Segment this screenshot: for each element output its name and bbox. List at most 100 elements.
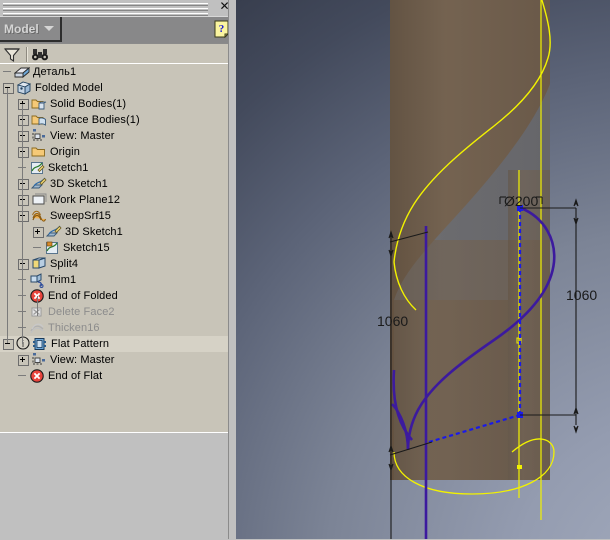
thicken-icon bbox=[29, 320, 45, 336]
graphics-viewport[interactable]: Ø200 1060 1060 bbox=[236, 0, 610, 539]
sketch-3d-icon bbox=[46, 224, 62, 240]
tree-item-1[interactable]: Деталь1 bbox=[0, 64, 236, 80]
collapse-toggle-icon[interactable] bbox=[3, 82, 14, 94]
tree-item-label: Folded Model bbox=[35, 82, 103, 94]
svg-text:?: ? bbox=[219, 23, 225, 35]
tree-branch-line bbox=[18, 368, 29, 384]
expand-toggle-icon[interactable] bbox=[18, 354, 29, 366]
work-plane-icon bbox=[31, 192, 47, 208]
sketch-consumed-icon bbox=[44, 240, 60, 256]
part-document-icon bbox=[14, 64, 30, 80]
diameter-dimension-text: Ø200 bbox=[504, 193, 538, 209]
model-geometry: Ø200 1060 1060 bbox=[377, 0, 597, 539]
tree-item-label: Origin bbox=[50, 146, 80, 158]
tree-item-work-plane12[interactable]: Work Plane12 bbox=[0, 192, 236, 208]
info-icon: i bbox=[16, 336, 31, 352]
tree-connector-line bbox=[7, 88, 8, 343]
solid-bodies-icon bbox=[31, 96, 47, 112]
model-dropdown-label: Model bbox=[4, 21, 39, 36]
expand-toggle-icon[interactable] bbox=[18, 130, 29, 142]
view-master-icon bbox=[31, 128, 47, 144]
tree-branch-line bbox=[18, 320, 29, 336]
tree-item-label: Solid Bodies(1) bbox=[50, 98, 127, 110]
tree-branch-line bbox=[18, 160, 29, 176]
tree-item-label: Деталь1 bbox=[33, 66, 77, 78]
expand-toggle-icon[interactable] bbox=[18, 114, 29, 126]
expand-toggle-icon[interactable] bbox=[18, 194, 29, 206]
tree-item-label: 3D Sketch1 bbox=[50, 178, 108, 190]
sketch-3d-icon bbox=[31, 176, 47, 192]
browser-empty-area bbox=[0, 432, 236, 540]
tree-item-sketch1[interactable]: Sketch1 bbox=[0, 160, 236, 176]
collapse-toggle-icon[interactable] bbox=[18, 210, 29, 222]
application-window: ✕ Model ? Деталь1 Folded Model Solid Bod… bbox=[0, 0, 610, 540]
base-point-marker bbox=[517, 465, 522, 469]
tree-item-surface-bodies-1[interactable]: Surface Bodies(1) bbox=[0, 112, 236, 128]
tree-item-label: 3D Sketch1 bbox=[65, 226, 123, 238]
tree-item-3d-sketch1[interactable]: 3D Sketch1 bbox=[0, 224, 236, 240]
tree-item-sketch15[interactable]: Sketch15 bbox=[0, 240, 236, 256]
tree-item-solid-bodies-1[interactable]: Solid Bodies(1) bbox=[0, 96, 236, 112]
expand-toggle-icon[interactable] bbox=[18, 258, 29, 270]
tree-branch-line bbox=[33, 240, 44, 256]
height-dimension-right-text: 1060 bbox=[566, 287, 597, 303]
panel-title-bar[interactable]: ✕ bbox=[0, 0, 236, 16]
tree-branch-line bbox=[3, 64, 14, 80]
tree-item-thicken16[interactable]: Thicken16 bbox=[0, 320, 236, 336]
model-dropdown-button[interactable]: Model bbox=[0, 17, 62, 42]
model-tree[interactable]: Деталь1 Folded Model Solid Bodies(1) Surfac… bbox=[0, 63, 236, 433]
tree-item-origin[interactable]: Origin bbox=[0, 144, 236, 160]
split-icon bbox=[31, 256, 47, 272]
expand-toggle-icon[interactable] bbox=[18, 178, 29, 190]
tree-item-label: Work Plane12 bbox=[50, 194, 121, 206]
tree-item-sweepsrf15[interactable]: SweepSrf15 bbox=[0, 208, 236, 224]
tree-item-label: End of Folded bbox=[48, 290, 118, 302]
binoculars-find-icon[interactable] bbox=[31, 46, 49, 64]
tree-item-label: SweepSrf15 bbox=[50, 210, 111, 222]
tree-item-label: View: Master bbox=[50, 354, 115, 366]
folded-model-icon bbox=[16, 80, 32, 96]
tree-item-label: Delete Face2 bbox=[48, 306, 115, 318]
tree-item-label: End of Flat bbox=[48, 370, 103, 382]
chevron-down-icon bbox=[43, 26, 54, 31]
tree-item-view-master[interactable]: View: Master bbox=[0, 352, 236, 368]
tree-item-flat-pattern[interactable]: i Flat Pattern bbox=[0, 336, 236, 352]
expand-toggle-icon[interactable] bbox=[18, 98, 29, 110]
folder-icon bbox=[31, 144, 47, 160]
tree-item-split4[interactable]: Split4 bbox=[0, 256, 236, 272]
tree-item-folded-model[interactable]: Folded Model bbox=[0, 80, 236, 96]
tree-item-3d-sketch1[interactable]: 3D Sketch1 bbox=[0, 176, 236, 192]
trim-icon bbox=[29, 272, 45, 288]
tree-item-view-master[interactable]: View: Master bbox=[0, 128, 236, 144]
expand-toggle-icon[interactable] bbox=[18, 146, 29, 158]
collapse-toggle-icon[interactable] bbox=[3, 338, 14, 350]
tree-item-end-of-flat[interactable]: End of Flat bbox=[0, 368, 236, 384]
tree-branch-line bbox=[18, 272, 29, 288]
toolbar-divider bbox=[26, 47, 28, 62]
height-dimension-left-text: 1060 bbox=[377, 313, 408, 329]
cylinder-surface bbox=[390, 0, 550, 480]
sketch-icon bbox=[29, 160, 45, 176]
panel-drag-grip[interactable] bbox=[3, 3, 208, 16]
view-master-icon bbox=[31, 352, 47, 368]
tree-item-delete-face2[interactable]: Delete Face2 bbox=[0, 304, 236, 320]
filter-funnel-icon[interactable] bbox=[3, 46, 21, 64]
tree-branch-line bbox=[18, 304, 29, 320]
tree-item-label: Flat Pattern bbox=[51, 338, 110, 350]
sweep-surface-icon bbox=[31, 208, 47, 224]
tree-item-end-of-folded[interactable]: End of Folded bbox=[0, 288, 236, 304]
tree-item-trim1[interactable]: Trim1 bbox=[0, 272, 236, 288]
model-browser-panel: ✕ Model ? Деталь1 Folded Model Solid Bod… bbox=[0, 0, 236, 540]
expand-toggle-icon[interactable] bbox=[33, 226, 44, 238]
